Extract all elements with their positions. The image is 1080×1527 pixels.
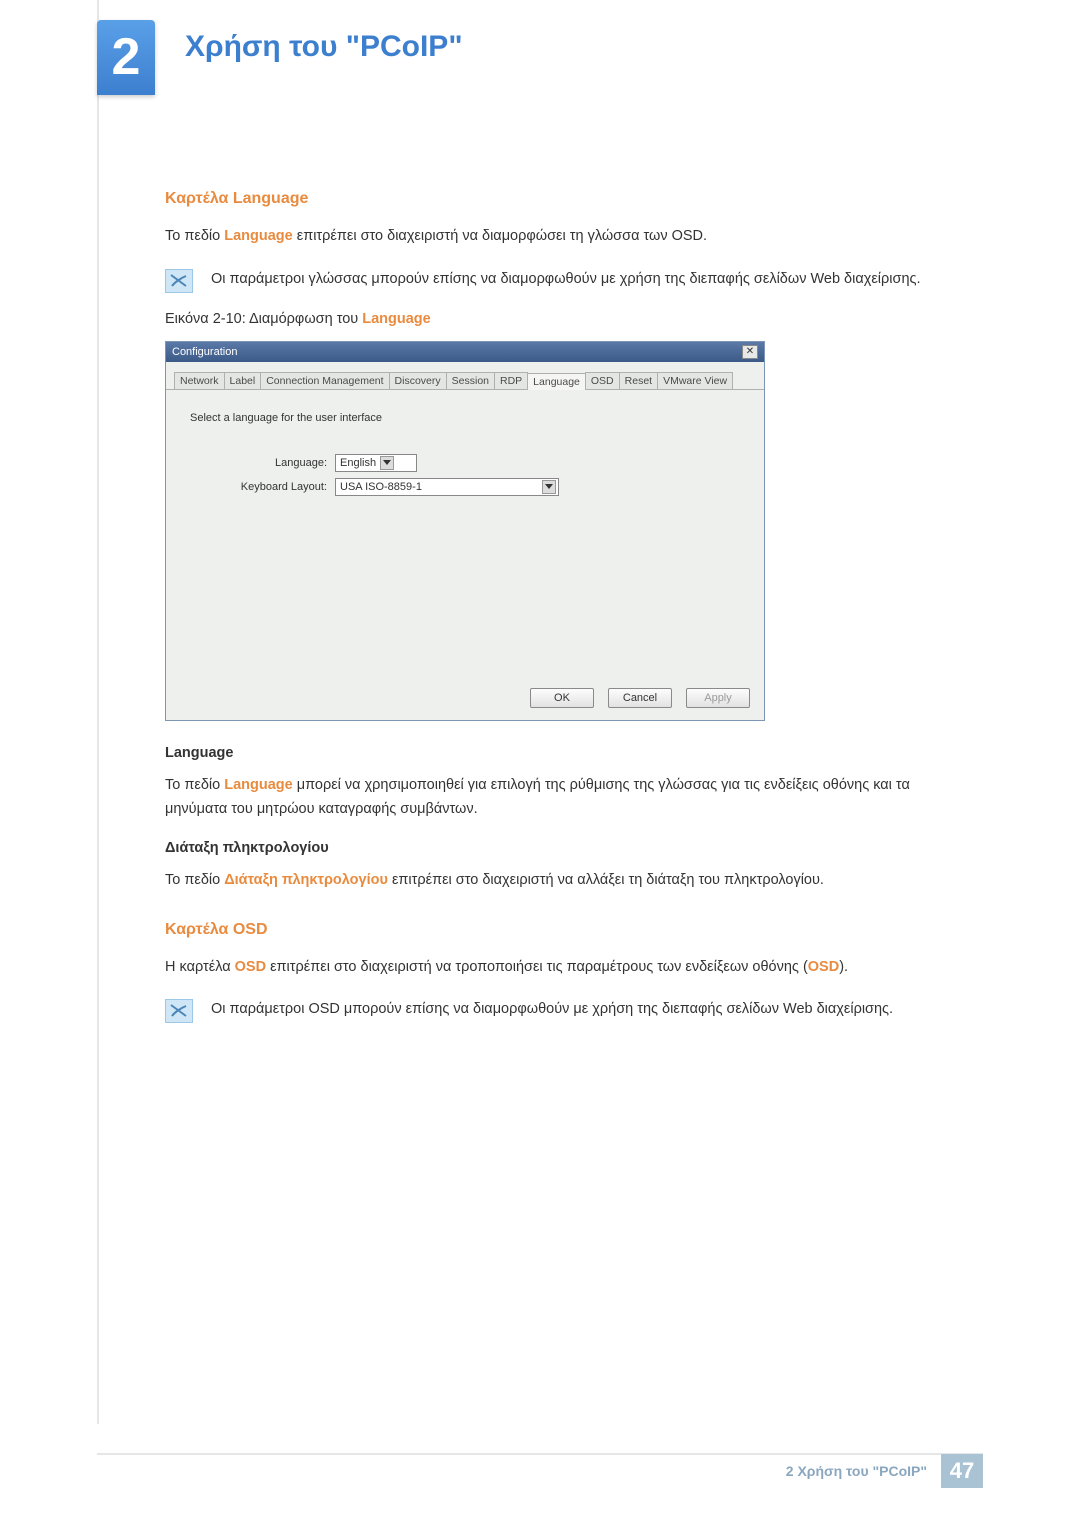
ok-button[interactable]: OK [530,688,594,708]
tab-session[interactable]: Session [446,372,495,389]
chevron-down-icon [380,456,394,470]
text: επιτρέπει στο διαχειριστή να διαμορφώσει… [293,228,707,244]
note-icon [165,999,193,1023]
chapter-number-badge: 2 [97,20,155,95]
label-language: Language: [190,457,335,469]
text: Εικόνα 2-10: Διαμόρφωση του [165,311,362,327]
keyboard-paragraph: Το πεδίο Διάταξη πληκτρολογίου επιτρέπει… [165,868,935,893]
subheading-language: Language [165,745,935,761]
note-text: Οι παράμετροι OSD μπορούν επίσης να διαμ… [211,997,893,1022]
note-text: Οι παράμετροι γλώσσας μπορούν επίσης να … [211,267,921,292]
tab-reset[interactable]: Reset [619,372,658,389]
close-icon[interactable]: ✕ [742,345,758,359]
emphasis: OSD [235,959,266,975]
text: Το πεδίο [165,777,224,793]
tab-vmware-view[interactable]: VMware View [657,372,733,389]
tab-discovery[interactable]: Discovery [389,372,447,389]
instruction-text: Select a language for the user interface [190,412,740,424]
window-titlebar: Configuration ✕ [166,342,764,362]
emphasis: Language [224,228,292,244]
footer-page-number: 47 [941,1454,983,1488]
footer-chapter-text: 2 Χρήση του "PCoIP" [786,1463,927,1479]
emphasis: OSD [808,959,839,975]
tab-osd[interactable]: OSD [585,372,620,389]
section-heading-language: Καρτέλα Language [165,190,935,208]
text: Το πεδίο [165,872,224,888]
language-paragraph: Το πεδίο Language μπορεί να χρησιμοποιηθ… [165,773,935,822]
text: Το πεδίο [165,228,224,244]
window-body: Select a language for the user interface… [166,390,764,680]
note-row: Οι παράμετροι OSD μπορούν επίσης να διαμ… [165,997,935,1023]
intro-paragraph: Το πεδίο Language επιτρέπει στο διαχειρι… [165,224,935,249]
emphasis: Language [362,311,430,327]
left-rule [97,0,99,1424]
chevron-down-icon [542,480,556,494]
tab-network[interactable]: Network [174,372,225,389]
row-keyboard-layout: Keyboard Layout: USA ISO-8859-1 [190,478,740,496]
select-keyboard-layout[interactable]: USA ISO-8859-1 [335,478,559,496]
configuration-window: Configuration ✕ Network Label Connection… [165,341,765,721]
page: 2 Χρήση του "PCoIP" Καρτέλα Language Το … [0,0,1080,1527]
tab-label[interactable]: Label [224,372,262,389]
apply-button[interactable]: Apply [686,688,750,708]
note-icon [165,269,193,293]
tab-language[interactable]: Language [527,373,586,390]
section-heading-osd: Καρτέλα OSD [165,921,935,939]
text: ). [839,959,848,975]
select-language[interactable]: English [335,454,417,472]
osd-paragraph: Η καρτέλα OSD επιτρέπει στο διαχειριστή … [165,955,935,980]
label-keyboard-layout: Keyboard Layout: [190,481,335,493]
window-title: Configuration [172,342,237,362]
emphasis: Language [224,777,292,793]
tab-bar: Network Label Connection Management Disc… [166,362,764,390]
tab-rdp[interactable]: RDP [494,372,528,389]
figure-caption: Εικόνα 2-10: Διαμόρφωση του Language [165,311,935,327]
chapter-title: Χρήση του "PCoIP" [185,30,463,64]
select-value: English [340,457,376,469]
row-language: Language: English [190,454,740,472]
tab-connection-management[interactable]: Connection Management [260,372,389,389]
subheading-keyboard-layout: Διάταξη πληκτρολογίου [165,840,935,856]
content-area: Καρτέλα Language Το πεδίο Language επιτρ… [165,190,935,1041]
footer: 2 Χρήση του "PCoIP" 47 [97,1453,983,1487]
cancel-button[interactable]: Cancel [608,688,672,708]
emphasis: Διάταξη πληκτρολογίου [224,872,388,888]
text: επιτρέπει στο διαχειριστή να τροποποιήσε… [266,959,808,975]
select-value: USA ISO-8859-1 [340,481,538,493]
text: επιτρέπει στο διαχειριστή να αλλάξει τη … [388,872,824,888]
button-row: OK Cancel Apply [166,680,764,720]
note-row: Οι παράμετροι γλώσσας μπορούν επίσης να … [165,267,935,293]
text: Η καρτέλα [165,959,235,975]
